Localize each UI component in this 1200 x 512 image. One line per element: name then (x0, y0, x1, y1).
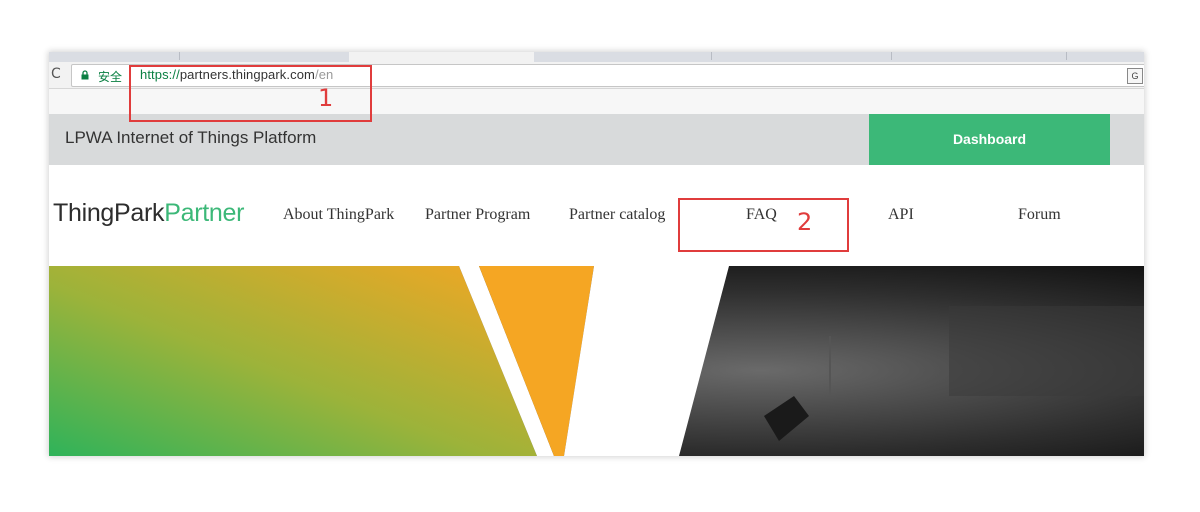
hero-photo-detail (829, 336, 831, 396)
nav-about-thingpark[interactable]: About ThingPark (283, 206, 394, 224)
hero-banner (49, 266, 1144, 456)
hero-gradient-shape (49, 266, 537, 456)
tab-strip (49, 52, 1144, 62)
platform-title: LPWA Internet of Things Platform (65, 128, 317, 147)
hero-graphic (49, 266, 1144, 456)
annotation-number-2: 2 (797, 208, 813, 236)
hero-photo-detail (949, 306, 1144, 396)
dashboard-button[interactable]: Dashboard (869, 114, 1110, 165)
tab-divider (889, 52, 892, 60)
nav-api[interactable]: API (888, 206, 914, 224)
tab-divider (177, 52, 180, 60)
logo-part1: ThingPark (53, 199, 165, 227)
logo-part2: Partner (164, 199, 245, 227)
reload-icon[interactable]: C (51, 66, 61, 82)
nav-partner-program[interactable]: Partner Program (425, 206, 530, 224)
nav-forum[interactable]: Forum (1018, 206, 1061, 224)
tab-divider (1064, 52, 1067, 60)
annotation-box-1 (129, 65, 372, 122)
site-navbar: ThingParkPartner About ThingPark Partner… (49, 165, 1144, 266)
nav-partner-catalog[interactable]: Partner catalog (569, 206, 665, 224)
translate-icon[interactable]: G (1127, 68, 1143, 84)
thingpark-partner-logo[interactable]: ThingParkPartner (53, 199, 244, 228)
annotation-box-2 (678, 198, 849, 252)
lock-icon (81, 70, 89, 80)
browser-tab[interactable] (349, 52, 534, 62)
secure-label: 安全 (98, 70, 123, 84)
dashboard-label: Dashboard (952, 131, 1027, 147)
tab-divider (709, 52, 712, 60)
annotation-number-1: 1 (318, 84, 334, 112)
